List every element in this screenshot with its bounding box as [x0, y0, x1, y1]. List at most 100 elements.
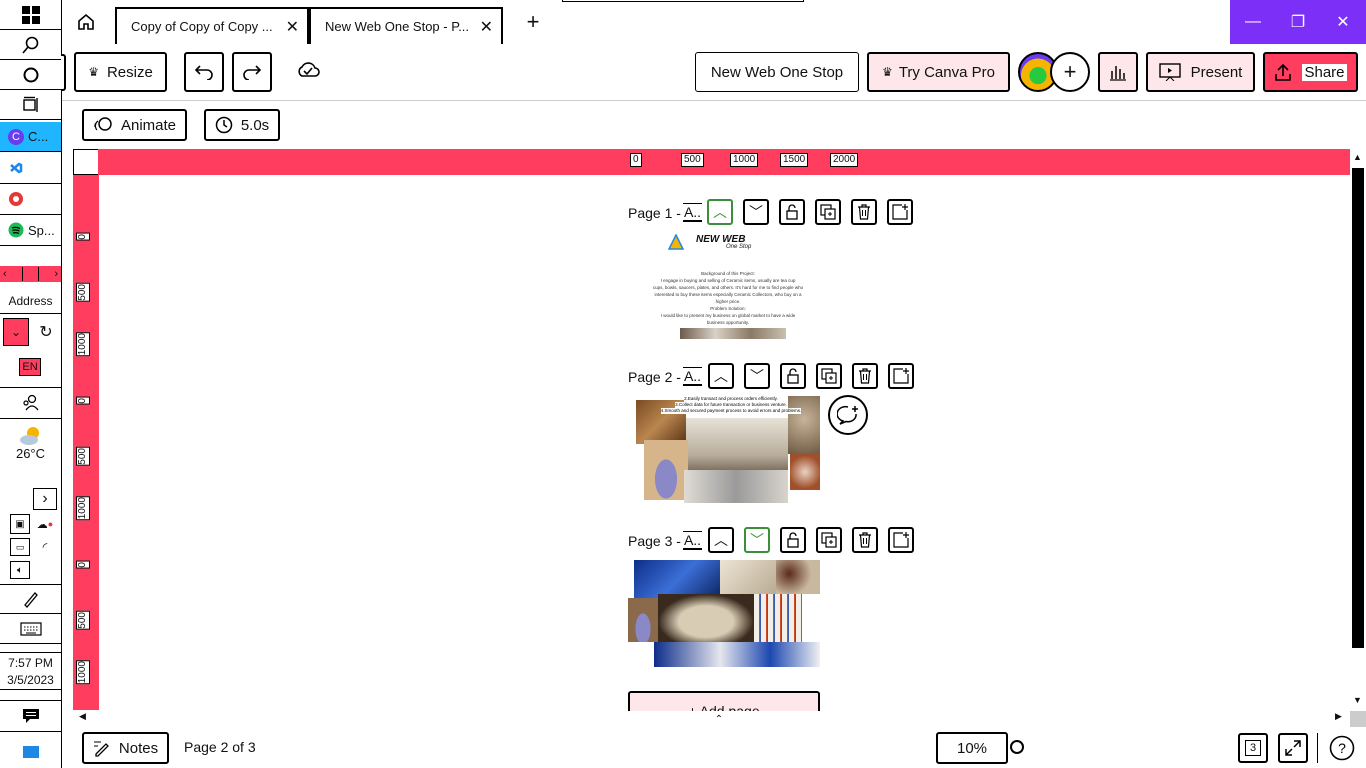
- add-comment-button[interactable]: [828, 395, 868, 435]
- zoom-level-field[interactable]: 10%: [936, 732, 1008, 764]
- notes-button[interactable]: Notes: [82, 732, 169, 764]
- clock-date: 3/5/2023: [7, 673, 54, 687]
- horizontal-ruler: 0 500 1000 1500 2000: [98, 149, 1350, 175]
- weather-widget[interactable]: 26°C: [0, 424, 61, 472]
- duplicate-page-button[interactable]: [816, 527, 842, 553]
- invite-member-button[interactable]: +: [1050, 52, 1090, 92]
- move-page-down-button[interactable]: ﹀: [744, 363, 770, 389]
- wifi-icon[interactable]: ◜: [35, 538, 55, 556]
- undo-button[interactable]: [184, 52, 224, 92]
- body-line: I would like to present my business on g…: [660, 313, 796, 318]
- taskbar-scroll[interactable]: ‹ ›: [0, 266, 61, 282]
- page-1-thumbnail[interactable]: NEW WEB One Stop Background of this Proj…: [628, 230, 820, 339]
- taskbar-app-chrome[interactable]: [0, 184, 61, 215]
- page-3-thumbnail[interactable]: [628, 558, 820, 667]
- try-canva-pro-button[interactable]: ♛ Try Canva Pro: [867, 52, 1010, 92]
- body-line: interested to buy these items especially…: [654, 292, 802, 297]
- task-view-icon: [22, 96, 38, 112]
- help-button[interactable]: ?: [1326, 733, 1358, 763]
- cortana-button[interactable]: [0, 60, 61, 90]
- search-button[interactable]: [0, 30, 61, 60]
- browser-tab[interactable]: Copy of Copy of Copy ... ✕: [115, 7, 309, 44]
- menu-button-edge[interactable]: [61, 54, 66, 91]
- fullscreen-button[interactable]: [1278, 733, 1308, 763]
- camera-tray-icon[interactable]: ▣: [10, 514, 30, 534]
- start-button[interactable]: [0, 0, 61, 30]
- insights-button[interactable]: [1098, 52, 1138, 92]
- chevron-up-icon: ︿: [714, 368, 728, 384]
- close-window-icon[interactable]: ✕: [1320, 0, 1366, 44]
- taskbar-app-spotify[interactable]: Sp...: [0, 215, 61, 246]
- close-tab-icon[interactable]: ✕: [286, 17, 299, 37]
- lock-page-button[interactable]: [780, 363, 806, 389]
- page-title-field[interactable]: A..: [682, 367, 703, 386]
- show-pages-toggle[interactable]: ⌃: [686, 714, 752, 726]
- taskbar-app-vscode[interactable]: [0, 153, 61, 184]
- taskbar-app-canva[interactable]: C C...: [0, 122, 61, 152]
- touch-keyboard-button[interactable]: [0, 614, 61, 644]
- browser-tab-active[interactable]: New Web One Stop - P... ✕: [309, 7, 503, 44]
- show-desktop-button[interactable]: [0, 736, 61, 768]
- delete-page-button[interactable]: [852, 363, 878, 389]
- design-name-field[interactable]: New Web One Stop: [695, 52, 859, 92]
- add-page-after-button[interactable]: [888, 363, 914, 389]
- redo-button[interactable]: [232, 52, 272, 92]
- lock-page-button[interactable]: [780, 527, 806, 553]
- onedrive-error-icon[interactable]: ☁ ●: [35, 514, 55, 534]
- home-button[interactable]: [74, 10, 98, 34]
- animate-button[interactable]: Animate: [82, 109, 187, 141]
- add-page-after-button[interactable]: [888, 527, 914, 553]
- body-line: business opportunity.: [706, 320, 750, 325]
- pen-workspace-button[interactable]: [0, 584, 61, 614]
- page-title-field[interactable]: A..: [682, 531, 703, 550]
- action-center-button[interactable]: [0, 700, 61, 732]
- volume-icon[interactable]: 🔈︎: [10, 561, 30, 579]
- chevron-left-icon[interactable]: ‹: [3, 268, 7, 280]
- move-page-up-button[interactable]: ︿: [707, 199, 733, 225]
- move-page-down-button[interactable]: ﹀: [743, 199, 769, 225]
- vertical-scrollbar[interactable]: ▲ ▼: [1350, 150, 1366, 710]
- search-icon: [21, 36, 38, 54]
- delete-page-button[interactable]: [851, 199, 877, 225]
- add-page-button[interactable]: + Add page: [628, 691, 820, 711]
- share-button[interactable]: Share: [1263, 52, 1358, 92]
- task-view-button[interactable]: [0, 90, 61, 120]
- present-button[interactable]: Present: [1146, 52, 1255, 92]
- page-title-field[interactable]: A..: [682, 203, 703, 222]
- people-button[interactable]: [0, 387, 61, 419]
- refresh-icon[interactable]: ↻: [34, 318, 58, 346]
- scroll-left-arrow[interactable]: ◀: [79, 711, 86, 722]
- chevron-right-icon[interactable]: ›: [54, 268, 58, 280]
- battery-icon[interactable]: ▭: [10, 538, 30, 556]
- notes-pencil-icon: [93, 741, 109, 757]
- chevron-down-icon: ﹀: [750, 532, 764, 548]
- cloud-saved-icon[interactable]: [296, 60, 322, 84]
- resize-button[interactable]: ♛ Resize: [74, 52, 167, 92]
- scroll-down-arrow[interactable]: ▼: [1353, 695, 1362, 705]
- delete-page-button[interactable]: [852, 527, 878, 553]
- scrollbar-thumb[interactable]: [1352, 168, 1364, 648]
- address-dropdown[interactable]: ⌄: [3, 318, 29, 346]
- zoom-slider-handle[interactable]: [1010, 740, 1024, 754]
- ruler-tick: 1500: [780, 153, 809, 167]
- new-tab-icon[interactable]: +: [522, 10, 544, 34]
- move-page-up-button[interactable]: ︿: [708, 527, 734, 553]
- system-clock[interactable]: 7:57 PM 3/5/2023: [0, 652, 61, 690]
- add-page-icon: [893, 368, 909, 384]
- page-2-thumbnail[interactable]: 2.Easily transact and process orders eff…: [628, 394, 820, 503]
- scroll-right-arrow[interactable]: ▶: [1335, 711, 1342, 722]
- language-indicator[interactable]: EN: [19, 358, 41, 376]
- move-page-up-button[interactable]: ︿: [708, 363, 734, 389]
- show-hidden-icons-button[interactable]: ›: [33, 488, 57, 510]
- duration-button[interactable]: 5.0s: [204, 109, 280, 141]
- grid-view-button[interactable]: 3: [1238, 733, 1268, 763]
- duplicate-page-button[interactable]: [816, 363, 842, 389]
- lock-page-button[interactable]: [779, 199, 805, 225]
- scroll-up-arrow[interactable]: ▲: [1353, 152, 1362, 162]
- close-tab-icon[interactable]: ✕: [480, 17, 493, 37]
- minimize-icon[interactable]: —: [1230, 0, 1276, 44]
- add-page-after-button[interactable]: [887, 199, 913, 225]
- duplicate-page-button[interactable]: [815, 199, 841, 225]
- move-page-down-button[interactable]: ﹀: [744, 527, 770, 553]
- restore-icon[interactable]: ❐: [1275, 0, 1321, 44]
